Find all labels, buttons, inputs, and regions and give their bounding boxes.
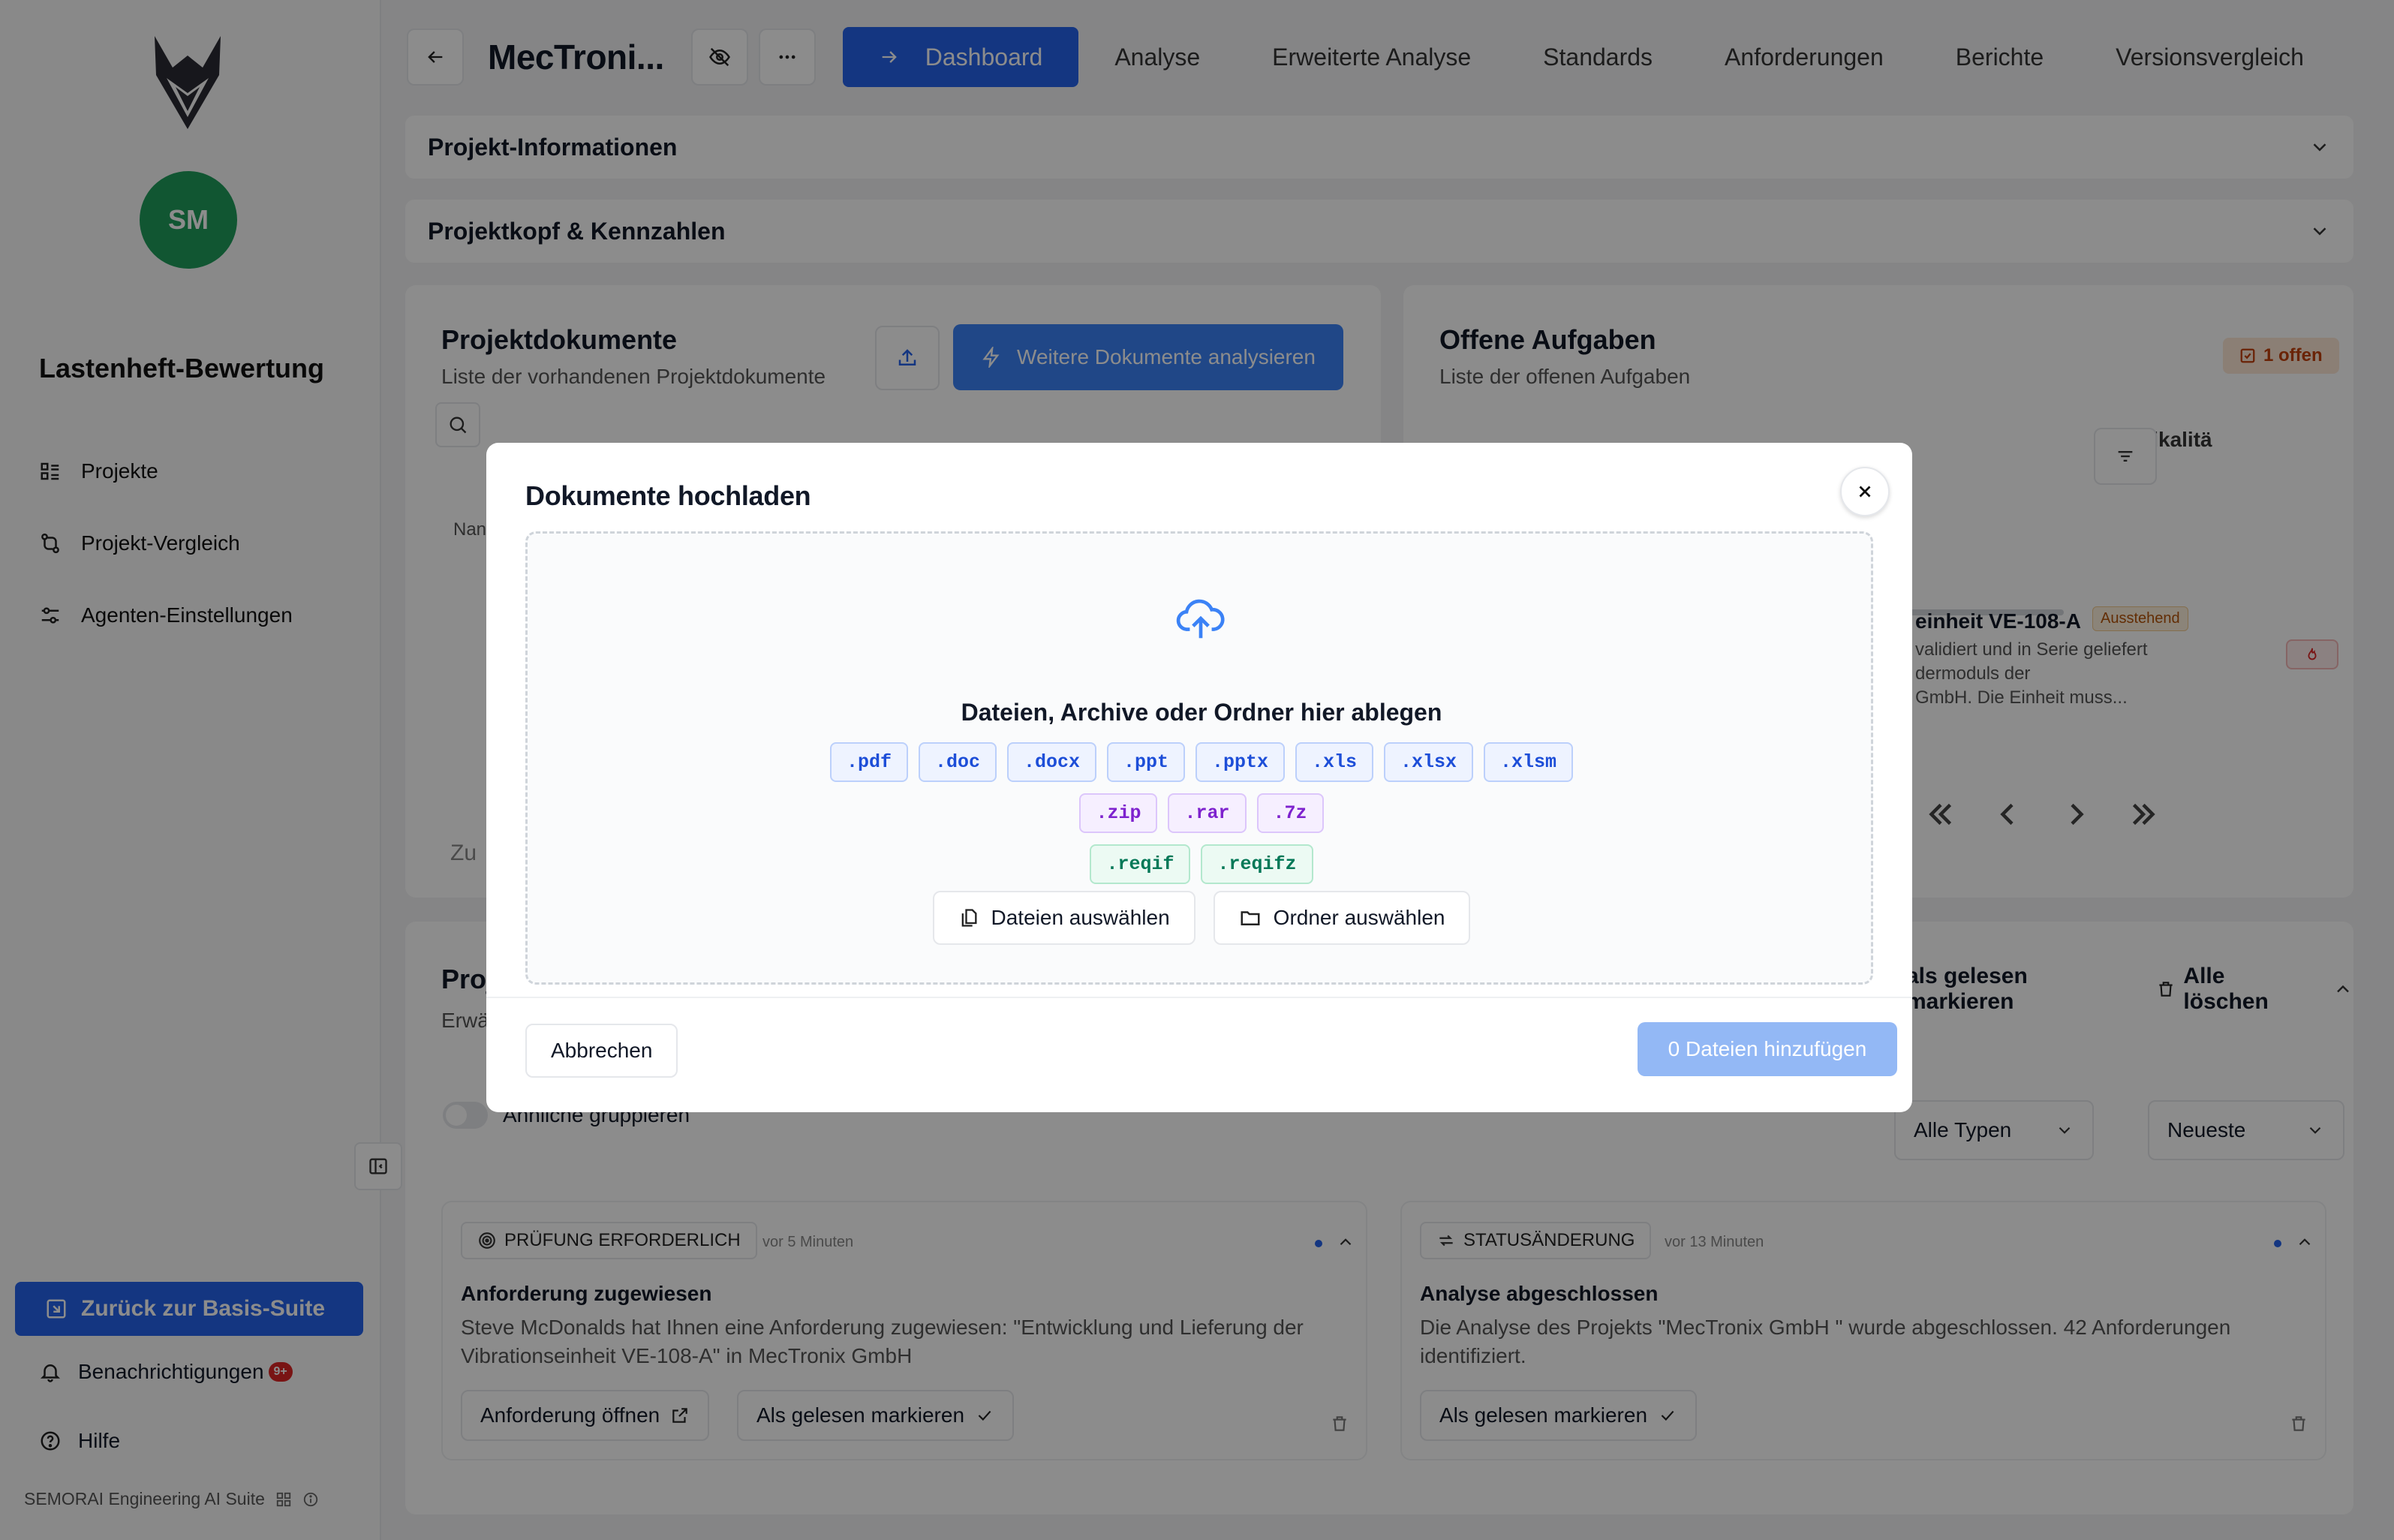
reqif-extensions: .reqif .reqifz — [528, 844, 1875, 884]
ext-chip: .ppt — [1106, 742, 1185, 782]
select-folder-label: Ordner auswählen — [1273, 906, 1445, 929]
select-folder-button[interactable]: Ordner auswählen — [1213, 891, 1471, 945]
select-files-label: Dateien auswählen — [991, 906, 1170, 929]
archive-extensions: .zip .rar .7z — [528, 793, 1875, 833]
divider — [486, 997, 1912, 998]
select-files-button[interactable]: Dateien auswählen — [932, 891, 1195, 945]
ext-chip: .xlsm — [1484, 742, 1574, 782]
ext-chip: .reqifz — [1201, 844, 1313, 884]
ext-chip: .7z — [1256, 793, 1324, 833]
cancel-button[interactable]: Abbrechen — [525, 1024, 678, 1078]
cloud-upload-icon — [1174, 592, 1227, 645]
ext-chip: .pdf — [829, 742, 908, 782]
ext-chip: .xlsx — [1384, 742, 1474, 782]
close-icon — [1855, 482, 1875, 501]
ext-chip: .docx — [1006, 742, 1096, 782]
drop-instruction: Dateien, Archive oder Ordner hier ablege… — [961, 699, 1442, 726]
add-files-button[interactable]: 0 Dateien hinzufügen — [1638, 1022, 1897, 1076]
ext-chip: .xls — [1295, 742, 1374, 782]
ext-chip: .reqif — [1090, 844, 1191, 884]
close-button[interactable] — [1840, 467, 1890, 516]
ext-chip: .zip — [1079, 793, 1158, 833]
dialog-title: Dokumente hochladen — [525, 480, 811, 511]
document-extensions: .pdf .doc .docx .ppt .pptx .xls .xlsx .x… — [528, 742, 1875, 782]
folder-icon — [1239, 907, 1262, 929]
dropzone-actions: Dateien auswählen Ordner auswählen — [528, 891, 1875, 945]
ext-chip: .rar — [1168, 793, 1247, 833]
files-icon — [958, 907, 979, 928]
upload-dialog: Dokumente hochladen Dateien, Archive ode… — [486, 443, 1912, 1112]
file-dropzone[interactable]: Dateien, Archive oder Ordner hier ablege… — [525, 531, 1873, 985]
ext-chip: .pptx — [1195, 742, 1286, 782]
ext-chip: .doc — [918, 742, 997, 782]
